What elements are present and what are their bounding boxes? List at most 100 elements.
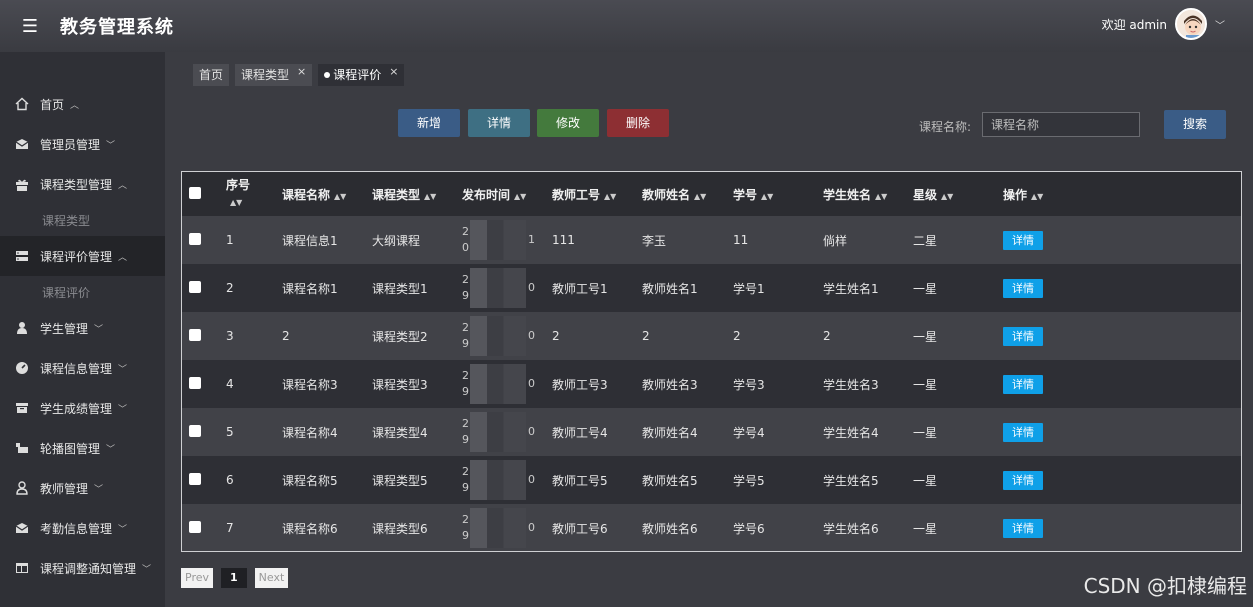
sidebar-item-label: 课程评价管理 <box>40 249 113 264</box>
sidebar-item-label: 课程信息管理 <box>40 361 113 376</box>
sidebar-item-attendance[interactable]: 考勤信息管理 ﹀ <box>0 508 165 548</box>
cell-action: 详情 <box>1003 456 1241 504</box>
row-detail-button[interactable]: 详情 <box>1003 278 1043 298</box>
col-header-type[interactable]: 课程类型 ▲▼ <box>372 172 462 216</box>
cell-id: 6 <box>226 473 234 487</box>
prev-page-button[interactable]: Prev <box>181 568 213 588</box>
close-icon[interactable]: × <box>389 65 398 78</box>
row-checkbox[interactable] <box>189 232 201 245</box>
sidebar-item-label: 管理员管理 <box>40 137 101 152</box>
avatar[interactable] <box>1175 8 1207 40</box>
chevron-down-icon: ﹀ <box>118 364 128 375</box>
sort-icon[interactable]: ▲▼ <box>604 192 616 201</box>
row-detail-button[interactable]: 详情 <box>1003 374 1043 394</box>
sort-icon[interactable]: ▲▼ <box>875 192 887 201</box>
sort-icon[interactable]: ▲▼ <box>941 192 953 201</box>
user-area[interactable]: 欢迎 admin ﹀ <box>1102 8 1225 40</box>
sidebar-item-label: 首页 <box>40 97 65 112</box>
cell-course: 课程名称4 <box>282 425 338 440</box>
row-detail-button[interactable]: 详情 <box>1003 326 1043 346</box>
col-header-star[interactable]: 星级 ▲▼ <box>913 172 1003 216</box>
cell-action: 详情 <box>1003 504 1241 551</box>
row-checkbox[interactable] <box>189 280 201 293</box>
detail-button[interactable]: 详情 <box>468 109 530 137</box>
col-header-teacher-no[interactable]: 教师工号 ▲▼ <box>552 172 642 216</box>
search-input[interactable] <box>982 112 1140 137</box>
col-header-action[interactable]: 操作 ▲▼ <box>1003 172 1241 216</box>
cell-star: 一星 <box>913 521 938 536</box>
col-header-student-name[interactable]: 学生姓名 ▲▼ <box>823 172 913 216</box>
row-checkbox[interactable] <box>189 520 201 533</box>
cell-type: 课程类型5 <box>372 473 428 488</box>
cell-action: 详情 <box>1003 264 1241 312</box>
add-button[interactable]: 新增 <box>398 109 460 137</box>
cell-action: 详情 <box>1003 216 1241 264</box>
tab-course-eval[interactable]: 课程评价 × <box>318 64 405 86</box>
col-header-id[interactable]: 序号 ▲▼ <box>226 172 282 216</box>
col-header-teacher-name[interactable]: 教师姓名 ▲▼ <box>642 172 733 216</box>
sort-icon[interactable]: ▲▼ <box>694 192 706 201</box>
cell-student-no: 学号1 <box>733 281 765 296</box>
time-fragment-a: 29 <box>462 513 469 542</box>
cell-star: 一星 <box>913 329 938 344</box>
row-detail-button[interactable]: 详情 <box>1003 422 1043 442</box>
search-button[interactable]: 搜索 <box>1164 110 1226 139</box>
sort-icon[interactable]: ▲▼ <box>761 192 773 201</box>
cell-teacher-name: 李玉 <box>642 233 667 248</box>
cell-time: 29 0 <box>462 312 552 360</box>
sidebar-item-carousel[interactable]: 轮播图管理 ﹀ <box>0 428 165 468</box>
chevron-down-icon: ﹀ <box>106 444 116 455</box>
sort-icon[interactable]: ▲▼ <box>424 192 436 201</box>
sidebar-subitem-course-type[interactable]: 课程类型 <box>0 204 165 236</box>
select-all-checkbox[interactable] <box>189 186 201 199</box>
sidebar-item-admin[interactable]: 管理员管理 ﹀ <box>0 124 165 164</box>
sidebar-item-label: 教师管理 <box>40 481 89 496</box>
row-checkbox[interactable] <box>189 328 201 341</box>
cell-time: 29 0 <box>462 408 552 456</box>
close-icon[interactable]: × <box>297 65 306 78</box>
cell-type: 课程类型4 <box>372 425 428 440</box>
row-checkbox[interactable] <box>189 472 201 485</box>
row-detail-button[interactable]: 详情 <box>1003 230 1043 250</box>
sort-icon[interactable]: ▲▼ <box>230 198 242 207</box>
tab-home[interactable]: 首页 <box>193 64 230 86</box>
delete-button[interactable]: 删除 <box>607 109 669 137</box>
sidebar-item-course-type-mgmt[interactable]: 课程类型管理 ︿ <box>0 164 165 204</box>
sidebar-item-score[interactable]: 学生成绩管理 ﹀ <box>0 388 165 428</box>
row-checkbox[interactable] <box>189 376 201 389</box>
row-checkbox[interactable] <box>189 424 201 437</box>
cell-course: 课程名称3 <box>282 377 338 392</box>
sidebar-item-teacher[interactable]: 教师管理 ﹀ <box>0 468 165 508</box>
chevron-down-icon: ﹀ <box>118 524 128 535</box>
chevron-down-icon[interactable]: ﹀ <box>1215 17 1225 32</box>
sort-icon[interactable]: ▲▼ <box>334 192 346 201</box>
sidebar-item-student[interactable]: 学生管理 ﹀ <box>0 308 165 348</box>
cell-star: 二星 <box>913 233 938 248</box>
table-row: 4 课程名称3 课程类型3 2 9 0 教师工号3 教师姓名3 学号3 学生姓名3 一星 详情 <box>182 360 1241 408</box>
sidebar-subitem-course-eval[interactable]: 课程评价 <box>0 276 165 308</box>
cell-action: 详情 <box>1003 408 1241 456</box>
time-fragment-b: 1 <box>528 233 535 246</box>
col-header-time[interactable]: 发布时间 ▲▼ <box>462 172 552 216</box>
sidebar-item-course-info[interactable]: 课程信息管理 ﹀ <box>0 348 165 388</box>
next-page-button[interactable]: Next <box>254 568 289 588</box>
col-header-student-no[interactable]: 学号 ▲▼ <box>733 172 823 216</box>
current-page[interactable]: 1 <box>221 568 247 588</box>
cell-type: 课程类型6 <box>372 521 428 536</box>
sidebar-item-course-adjust[interactable]: 课程调整通知管理 ﹀ <box>0 548 165 588</box>
chevron-down-icon: ﹀ <box>94 484 104 495</box>
hamburger-icon[interactable]: ☰ <box>0 16 60 37</box>
cell-student-no: 学号5 <box>733 473 765 488</box>
sort-icon[interactable]: ▲▼ <box>514 192 526 201</box>
tab-course-type[interactable]: 课程类型 × <box>235 64 313 86</box>
edit-button[interactable]: 修改 <box>537 109 599 137</box>
sidebar-item-course-eval-mgmt[interactable]: 课程评价管理 ︿ <box>0 236 165 276</box>
main-content: 首页 课程类型× 课程评价× 新增 详情 修改 删除 课程名称: 搜索 序号▲▼… <box>165 52 1253 607</box>
sort-icon[interactable]: ▲▼ <box>1031 192 1043 201</box>
cell-type: 大纲课程 <box>372 233 421 248</box>
window-icon <box>14 562 30 574</box>
sidebar-item-home[interactable]: 首页 ︿ <box>0 84 165 124</box>
col-header-course[interactable]: 课程名称 ▲▼ <box>282 172 372 216</box>
row-detail-button[interactable]: 详情 <box>1003 470 1043 490</box>
row-detail-button[interactable]: 详情 <box>1003 518 1043 538</box>
